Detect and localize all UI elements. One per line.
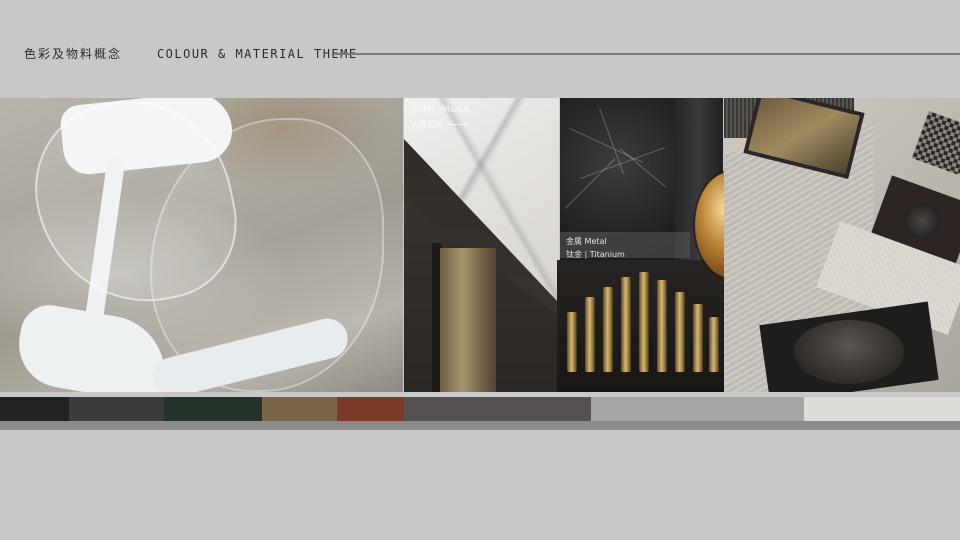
swatch-forest-green [164, 397, 262, 421]
stone-vein [565, 158, 616, 209]
glass-resin-image [0, 98, 403, 392]
page-title-en: COLOUR & MATERIAL THEME [156, 47, 358, 61]
brass-fin [621, 277, 631, 372]
header-divider [335, 53, 960, 55]
brass-handle [440, 248, 496, 392]
swatch-charcoal [0, 397, 69, 421]
caption-rule [447, 124, 469, 125]
brass-fin [585, 297, 595, 372]
metal-caption-2: 钛金 | Titanium [566, 250, 625, 259]
marble-caption-1: 大理石 | Marble [411, 105, 471, 114]
brass-fin [567, 312, 577, 372]
swatch-warm-grey [404, 397, 591, 421]
brass-fin [709, 317, 719, 372]
swatch-off-white [804, 397, 960, 421]
marble-caption-2: 大理石纹 [411, 119, 469, 130]
palette-base [0, 421, 960, 430]
metal-caption-1: 金属 Metal [566, 237, 607, 246]
swatch-rust [337, 397, 404, 421]
metal-knob [904, 203, 940, 239]
marble-cabinet-image: 大理石 | Marble 大理石纹 [404, 98, 559, 392]
brass-fin [639, 272, 649, 372]
material-flatlay-image [724, 98, 960, 392]
page-title: 色彩及物料概念 COLOUR & MATERIAL THEME [24, 45, 358, 62]
swatch-light-grey [591, 397, 804, 421]
ceramic-bowl [794, 320, 904, 384]
brass-fin [693, 304, 703, 372]
brass-fin [657, 280, 667, 372]
colour-palette [0, 397, 960, 421]
brass-fin [603, 287, 613, 372]
swatch-graphite [69, 397, 164, 421]
checker-fabric [911, 110, 960, 176]
swatch-bronze [262, 397, 337, 421]
marble-caption-2-text: 大理石纹 [411, 120, 443, 129]
brass-fin [675, 292, 685, 372]
brass-fins-image [557, 260, 724, 392]
page-title-zh: 色彩及物料概念 [24, 47, 123, 61]
resin-shape [12, 300, 174, 392]
